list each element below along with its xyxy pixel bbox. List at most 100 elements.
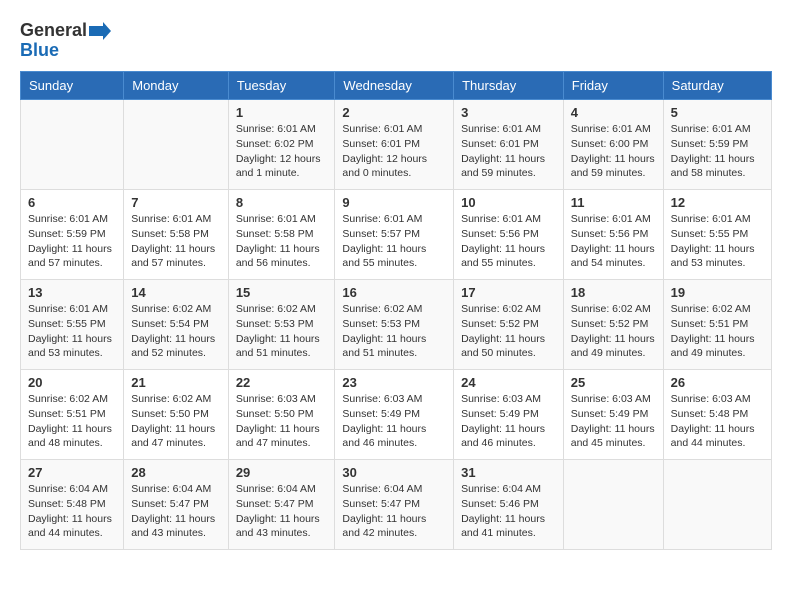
day-cell: 13Sunrise: 6:01 AMSunset: 5:55 PMDayligh… (21, 280, 124, 370)
header-cell-thursday: Thursday (454, 72, 564, 100)
day-cell: 28 Sunrise: 6:04 AMSunset: 5:47 PMDayligh… (124, 460, 229, 550)
day-info: Sunrise: 6:03 AMSunset: 5:50 PMDaylight:… (236, 392, 328, 451)
day-number: 21 (131, 375, 221, 390)
day-cell: 11 Sunrise: 6:01 AMSunset: 5:56 PMDayligh… (563, 190, 663, 280)
logo-container: General Blue (20, 20, 111, 61)
day-number: 7 (131, 195, 221, 210)
day-cell: 25Sunrise: 6:03 AMSunset: 5:49 PMDayligh… (563, 370, 663, 460)
day-number: 12 (671, 195, 764, 210)
day-number: 31 (461, 465, 556, 480)
logo: General Blue (20, 20, 111, 61)
day-info: Sunrise: 6:02 AMSunset: 5:53 PMDaylight:… (236, 302, 328, 361)
day-info: Sunrise: 6:01 AMSunset: 6:00 PMDaylight:… (571, 122, 656, 181)
day-number: 2 (342, 105, 446, 120)
day-cell: 24 Sunrise: 6:03 AMSunset: 5:49 PMDayligh… (454, 370, 564, 460)
day-cell: 6 Sunrise: 6:01 AMSunset: 5:59 PMDaylight… (21, 190, 124, 280)
day-cell (124, 100, 229, 190)
day-cell: 19 Sunrise: 6:02 AMSunset: 5:51 PMDayligh… (663, 280, 771, 370)
day-cell: 21 Sunrise: 6:02 AMSunset: 5:50 PMDayligh… (124, 370, 229, 460)
day-info: Sunrise: 6:04 AMSunset: 5:47 PMDaylight:… (342, 482, 446, 541)
header-cell-wednesday: Wednesday (335, 72, 454, 100)
logo-arrow-icon (89, 22, 111, 40)
day-cell: 27 Sunrise: 6:04 AMSunset: 5:48 PMDayligh… (21, 460, 124, 550)
week-row-3: 13Sunrise: 6:01 AMSunset: 5:55 PMDayligh… (21, 280, 772, 370)
day-cell: 4 Sunrise: 6:01 AMSunset: 6:00 PMDaylight… (563, 100, 663, 190)
day-info: Sunrise: 6:02 AMSunset: 5:51 PMDaylight:… (28, 392, 116, 451)
day-info: Sunrise: 6:03 AMSunset: 5:48 PMDaylight:… (671, 392, 764, 451)
day-info: Sunrise: 6:04 AMSunset: 5:48 PMDaylight:… (28, 482, 116, 541)
header-cell-monday: Monday (124, 72, 229, 100)
day-number: 18 (571, 285, 656, 300)
day-cell: 31 Sunrise: 6:04 AMSunset: 5:46 PMDayligh… (454, 460, 564, 550)
day-number: 17 (461, 285, 556, 300)
day-info: Sunrise: 6:03 AMSunset: 5:49 PMDaylight:… (461, 392, 556, 451)
day-info: Sunrise: 6:01 AMSunset: 5:58 PMDaylight:… (131, 212, 221, 271)
day-cell: 20 Sunrise: 6:02 AMSunset: 5:51 PMDayligh… (21, 370, 124, 460)
day-info: Sunrise: 6:02 AMSunset: 5:52 PMDaylight:… (461, 302, 556, 361)
day-info: Sunrise: 6:01 AMSunset: 5:59 PMDaylight:… (28, 212, 116, 271)
week-row-5: 27 Sunrise: 6:04 AMSunset: 5:48 PMDayligh… (21, 460, 772, 550)
day-number: 27 (28, 465, 116, 480)
day-cell: 7 Sunrise: 6:01 AMSunset: 5:58 PMDaylight… (124, 190, 229, 280)
week-row-2: 6 Sunrise: 6:01 AMSunset: 5:59 PMDaylight… (21, 190, 772, 280)
day-number: 30 (342, 465, 446, 480)
day-info: Sunrise: 6:02 AMSunset: 5:51 PMDaylight:… (671, 302, 764, 361)
day-cell: 14Sunrise: 6:02 AMSunset: 5:54 PMDayligh… (124, 280, 229, 370)
day-info: Sunrise: 6:01 AMSunset: 5:56 PMDaylight:… (571, 212, 656, 271)
day-number: 10 (461, 195, 556, 210)
day-cell: 2Sunrise: 6:01 AMSunset: 6:01 PMDaylight… (335, 100, 454, 190)
day-info: Sunrise: 6:01 AMSunset: 5:55 PMDaylight:… (28, 302, 116, 361)
day-cell: 8 Sunrise: 6:01 AMSunset: 5:58 PMDaylight… (228, 190, 335, 280)
day-info: Sunrise: 6:04 AMSunset: 5:46 PMDaylight:… (461, 482, 556, 541)
day-number: 29 (236, 465, 328, 480)
day-cell: 1Sunrise: 6:01 AMSunset: 6:02 PMDaylight… (228, 100, 335, 190)
day-cell: 29 Sunrise: 6:04 AMSunset: 5:47 PMDayligh… (228, 460, 335, 550)
day-cell: 30 Sunrise: 6:04 AMSunset: 5:47 PMDayligh… (335, 460, 454, 550)
day-number: 25 (571, 375, 656, 390)
day-info: Sunrise: 6:01 AMSunset: 6:01 PMDaylight:… (461, 122, 556, 181)
day-number: 24 (461, 375, 556, 390)
day-info: Sunrise: 6:01 AMSunset: 5:59 PMDaylight:… (671, 122, 764, 181)
day-number: 20 (28, 375, 116, 390)
day-cell: 10 Sunrise: 6:01 AMSunset: 5:56 PMDayligh… (454, 190, 564, 280)
header-cell-tuesday: Tuesday (228, 72, 335, 100)
day-info: Sunrise: 6:04 AMSunset: 5:47 PMDaylight:… (131, 482, 221, 541)
day-info: Sunrise: 6:02 AMSunset: 5:50 PMDaylight:… (131, 392, 221, 451)
day-info: Sunrise: 6:01 AMSunset: 5:58 PMDaylight:… (236, 212, 328, 271)
week-row-1: 1Sunrise: 6:01 AMSunset: 6:02 PMDaylight… (21, 100, 772, 190)
week-row-4: 20 Sunrise: 6:02 AMSunset: 5:51 PMDayligh… (21, 370, 772, 460)
day-number: 4 (571, 105, 656, 120)
day-number: 5 (671, 105, 764, 120)
day-info: Sunrise: 6:02 AMSunset: 5:53 PMDaylight:… (342, 302, 446, 361)
day-info: Sunrise: 6:01 AMSunset: 5:57 PMDaylight:… (342, 212, 446, 271)
day-number: 19 (671, 285, 764, 300)
day-cell: 26 Sunrise: 6:03 AMSunset: 5:48 PMDayligh… (663, 370, 771, 460)
day-info: Sunrise: 6:01 AMSunset: 5:55 PMDaylight:… (671, 212, 764, 271)
day-number: 8 (236, 195, 328, 210)
day-info: Sunrise: 6:02 AMSunset: 5:52 PMDaylight:… (571, 302, 656, 361)
day-cell: 12 Sunrise: 6:01 AMSunset: 5:55 PMDayligh… (663, 190, 771, 280)
day-info: Sunrise: 6:04 AMSunset: 5:47 PMDaylight:… (236, 482, 328, 541)
day-number: 26 (671, 375, 764, 390)
day-number: 28 (131, 465, 221, 480)
header-row: SundayMondayTuesdayWednesdayThursdayFrid… (21, 72, 772, 100)
logo-general: General (20, 20, 87, 42)
day-info: Sunrise: 6:02 AMSunset: 5:54 PMDaylight:… (131, 302, 221, 361)
day-cell: 23Sunrise: 6:03 AMSunset: 5:49 PMDayligh… (335, 370, 454, 460)
day-cell: 5 Sunrise: 6:01 AMSunset: 5:59 PMDaylight… (663, 100, 771, 190)
day-number: 15 (236, 285, 328, 300)
header-cell-friday: Friday (563, 72, 663, 100)
day-info: Sunrise: 6:01 AMSunset: 5:56 PMDaylight:… (461, 212, 556, 271)
header-cell-sunday: Sunday (21, 72, 124, 100)
header-cell-saturday: Saturday (663, 72, 771, 100)
day-cell: 3Sunrise: 6:01 AMSunset: 6:01 PMDaylight… (454, 100, 564, 190)
day-number: 11 (571, 195, 656, 210)
day-number: 1 (236, 105, 328, 120)
page-header: General Blue (20, 20, 772, 61)
day-cell: 22Sunrise: 6:03 AMSunset: 5:50 PMDayligh… (228, 370, 335, 460)
day-cell (663, 460, 771, 550)
day-number: 16 (342, 285, 446, 300)
day-cell: 18 Sunrise: 6:02 AMSunset: 5:52 PMDayligh… (563, 280, 663, 370)
day-number: 6 (28, 195, 116, 210)
day-cell: 16 Sunrise: 6:02 AMSunset: 5:53 PMDayligh… (335, 280, 454, 370)
